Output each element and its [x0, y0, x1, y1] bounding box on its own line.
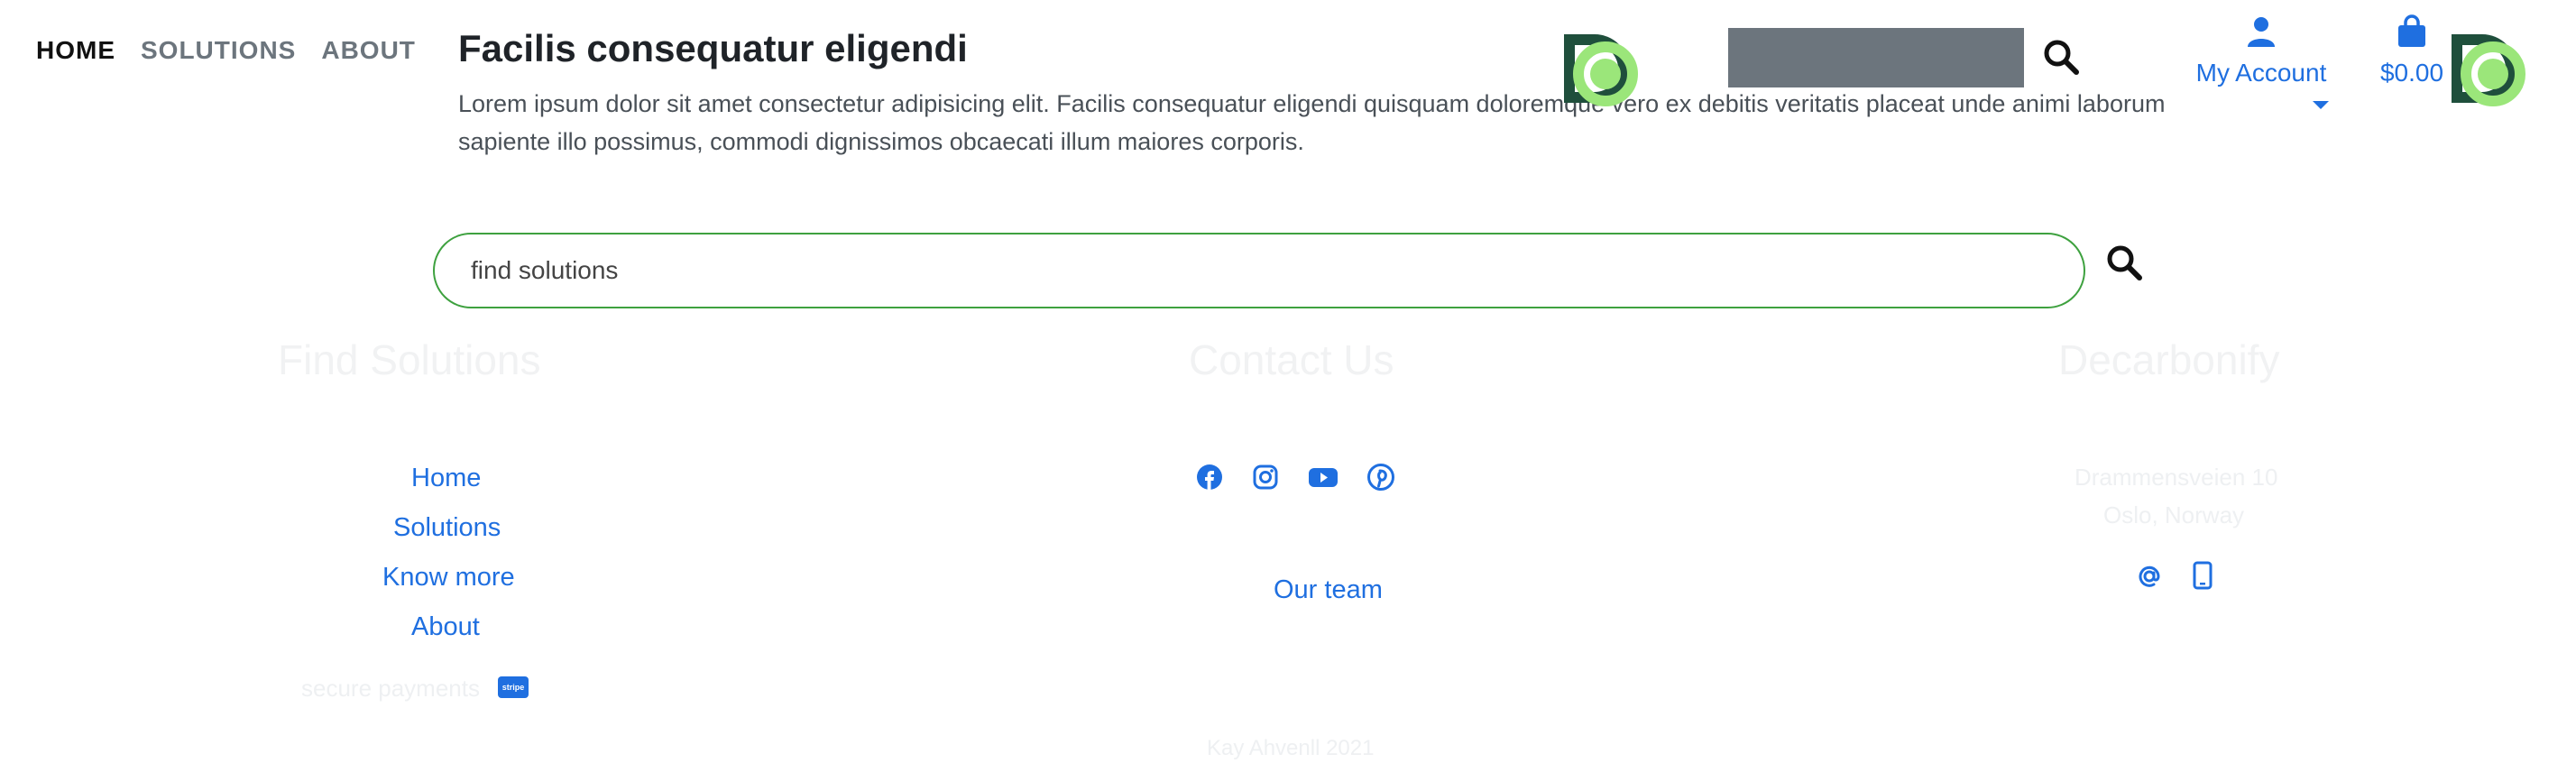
- intro-paragraph: Lorem ipsum dolor sit amet consectetur a…: [458, 90, 2166, 155]
- footer-title-decarbonify: Decarbonify: [2058, 336, 2280, 383]
- address-line-1: Drammensveien 10: [2075, 464, 2278, 491]
- cart-button[interactable]: $0.00: [2376, 14, 2448, 87]
- stripe-badge: stripe: [498, 676, 529, 698]
- chevron-down-icon[interactable]: [2313, 101, 2329, 109]
- our-team-link[interactable]: Our team: [1274, 575, 1383, 605]
- footer-title-find-solutions: Find Solutions: [278, 336, 541, 383]
- pinterest-icon[interactable]: [1367, 464, 1394, 491]
- footer-title-contact-us: Contact Us: [1189, 336, 1394, 383]
- nav-about[interactable]: ABOUT: [321, 36, 416, 65]
- search-submit-icon[interactable]: [2105, 244, 2143, 286]
- footer-link-about[interactable]: About: [411, 612, 480, 642]
- email-icon[interactable]: [2136, 563, 2163, 594]
- nav-solutions[interactable]: SOLUTIONS: [141, 36, 296, 65]
- brand-logo-icon: [1564, 34, 1638, 106]
- brand-logo-secondary[interactable]: [2446, 29, 2540, 114]
- instagram-icon[interactable]: [1252, 464, 1279, 491]
- search-icon[interactable]: [2042, 38, 2080, 80]
- footer-link-home[interactable]: Home: [411, 464, 481, 493]
- page-title: Facilis consequatur eligendi: [458, 27, 968, 69]
- nav-home[interactable]: HOME: [36, 36, 115, 65]
- phone-icon[interactable]: [2192, 561, 2213, 594]
- cart-total: $0.00: [2379, 59, 2444, 87]
- copyright-text: Kay Ahvenll 2021: [1207, 736, 1375, 760]
- footer-link-solutions[interactable]: Solutions: [393, 513, 501, 543]
- brand-logo[interactable]: [1559, 29, 1652, 114]
- shopping-bag-icon: [2398, 14, 2425, 47]
- my-account-label: My Account: [2195, 59, 2327, 87]
- secure-payments-text: secure payments: [301, 675, 480, 702]
- solution-search: [433, 233, 2085, 308]
- top-nav: HOME SOLUTIONS ABOUT: [36, 36, 416, 65]
- brand-logo-secondary-icon: [2452, 34, 2525, 106]
- social-links: [1196, 464, 1394, 491]
- solution-search-input[interactable]: [435, 234, 2084, 307]
- address-line-2: Oslo, Norway: [2103, 501, 2245, 529]
- youtube-icon[interactable]: [1308, 464, 1339, 491]
- my-account-button[interactable]: My Account: [2194, 16, 2329, 87]
- facebook-icon[interactable]: [1196, 464, 1223, 491]
- user-icon: [2248, 17, 2275, 47]
- footer-link-know-more[interactable]: Know more: [382, 563, 515, 593]
- redacted-area: [1728, 28, 2024, 87]
